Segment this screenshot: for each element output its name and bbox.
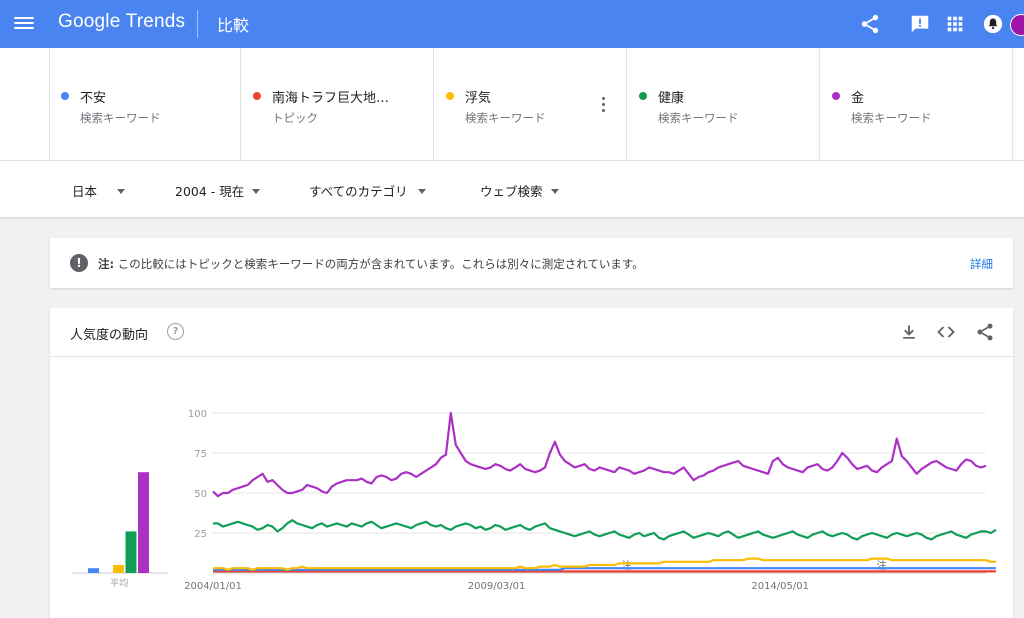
term-card[interactable]: 浮気 検索キーワード [435,48,627,160]
series-line [212,411,987,498]
search-type-dropdown[interactable]: ウェブ検索 [480,181,559,200]
series-color-dot [61,92,69,100]
more-options-icon[interactable] [601,97,607,115]
x-tick-label: 2009/03/01 [468,581,526,592]
menu-icon[interactable] [14,14,34,34]
apps-grid-icon[interactable] [944,13,966,35]
dropdown-arrow-icon [417,189,426,194]
trend-chart[interactable]: 100 75 50 25 2004/01/01 2009/03/01 2014/05/01 注… [50,308,1013,612]
term-name: 不安 [80,91,107,106]
filters-bar: 日本 2004 - 現在 すべてのカテゴリ ウェブ検索 [0,160,1024,217]
term-card[interactable]: 健康 検索キーワード [628,48,820,160]
note-marker: 注 [622,559,632,572]
region-dropdown[interactable]: 日本 [72,181,126,200]
share-icon[interactable] [859,13,881,35]
average-bar [138,472,149,573]
term-type: 検索キーワード [658,111,739,125]
details-link[interactable]: 詳細 [970,256,993,272]
term-card[interactable]: 金 検索キーワード [821,48,1013,160]
y-tick-label: 50 [194,489,207,500]
series-color-dot [639,92,647,100]
average-bar [88,568,99,573]
notice-message: この比較にはトピックと検索キーワードの両方が含まれています。これらは別々に測定さ… [117,257,644,271]
notice-label: 注: [98,257,115,271]
notifications-icon[interactable] [982,13,1004,35]
average-bar [125,531,137,573]
category-dropdown[interactable]: すべてのカテゴリ [309,181,426,200]
interest-over-time-card: 人気度の動向 ? 100 75 50 25 2004/01/01 2009/03/01 20… [50,308,1013,618]
note-marker: 注 [877,559,887,572]
series-color-dot [253,92,261,100]
period-value: 2004 - 現在 [175,184,245,199]
y-tick-label: 25 [194,529,207,540]
dropdown-arrow-icon [252,189,261,194]
top-app-bar: Google Trends 比較 [0,0,1024,48]
average-bar [113,565,124,573]
x-tick-label: 2004/01/01 [184,581,242,592]
feedback-icon[interactable] [909,13,931,35]
page-title: 比較 [217,16,250,35]
term-card[interactable]: 南海トラフ巨大地… トピック [242,48,434,160]
y-tick-label: 100 [188,409,207,420]
average-label: 平均 [110,577,128,589]
google-trends-logo[interactable]: Google Trends [58,11,185,33]
y-tick-label: 75 [194,449,207,460]
term-name: 南海トラフ巨大地… [272,91,390,106]
compared-terms-bar: 不安 検索キーワード 南海トラフ巨大地… トピック 浮気 検索キーワード 健康 … [0,48,1024,160]
dropdown-arrow-icon [117,189,126,194]
comparison-notice: ! 注: この比較にはトピックと検索キーワードの両方が含まれています。これらは別… [50,238,1013,288]
x-tick-label: 2014/05/01 [751,581,809,592]
search-type-value: ウェブ検索 [480,184,543,199]
period-dropdown[interactable]: 2004 - 現在 [175,181,261,200]
category-value: すべてのカテゴリ [309,184,408,199]
header-divider [197,10,198,38]
term-card[interactable]: 不安 検索キーワード [49,48,241,160]
series-line [213,519,997,541]
account-avatar[interactable] [1010,14,1024,36]
term-type: トピック [272,111,318,125]
alert-icon: ! [70,254,88,272]
term-type: 検索キーワード [80,111,161,125]
dropdown-arrow-icon [550,189,559,194]
series-color-dot [446,92,454,100]
notice-text: 注: この比較にはトピックと検索キーワードの両方が含まれています。これらは別々に… [98,256,644,272]
term-name: 健康 [658,91,685,106]
region-value: 日本 [72,184,98,199]
term-type: 検索キーワード [465,111,546,125]
term-name: 浮気 [465,91,492,106]
series-color-dot [832,92,840,100]
term-name: 金 [851,91,865,106]
term-type: 検索キーワード [851,111,932,125]
